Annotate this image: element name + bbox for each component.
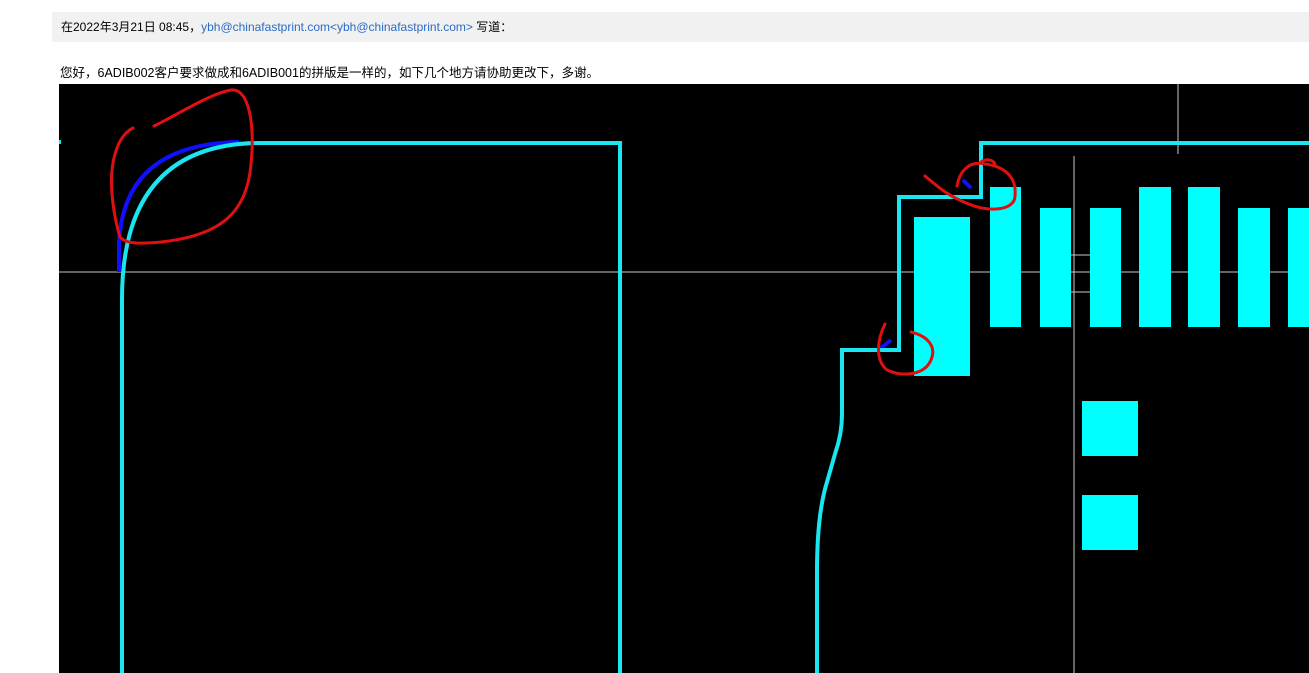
pcb-screenshot-image: [59, 84, 1309, 673]
message-body-text: 您好，6ADIB002客户要求做成和6ADIB001的拼版是一样的，如下几个地方…: [60, 66, 599, 80]
pad-square-upper: [1082, 401, 1138, 456]
pcb-drawing: [59, 84, 1309, 673]
pad-2: [1040, 208, 1071, 327]
quoted-message-header: 在2022年3月21日 08:45，ybh@chinafastprint.com…: [52, 12, 1309, 42]
sender-email-link[interactable]: ybh@chinafastprint.com<ybh@chinafastprin…: [201, 20, 473, 34]
pad-3: [1090, 208, 1121, 327]
pad-7: [1288, 208, 1309, 327]
pad-large: [914, 217, 970, 376]
pcb-background: [59, 84, 1309, 673]
pad-6: [1238, 208, 1270, 327]
pad-5: [1188, 187, 1220, 327]
quote-date: 在2022年3月21日 08:45，: [61, 20, 202, 34]
quote-wrote-label: 写道：: [472, 20, 513, 34]
pad-square-lower: [1082, 495, 1138, 550]
pad-4: [1139, 187, 1171, 327]
